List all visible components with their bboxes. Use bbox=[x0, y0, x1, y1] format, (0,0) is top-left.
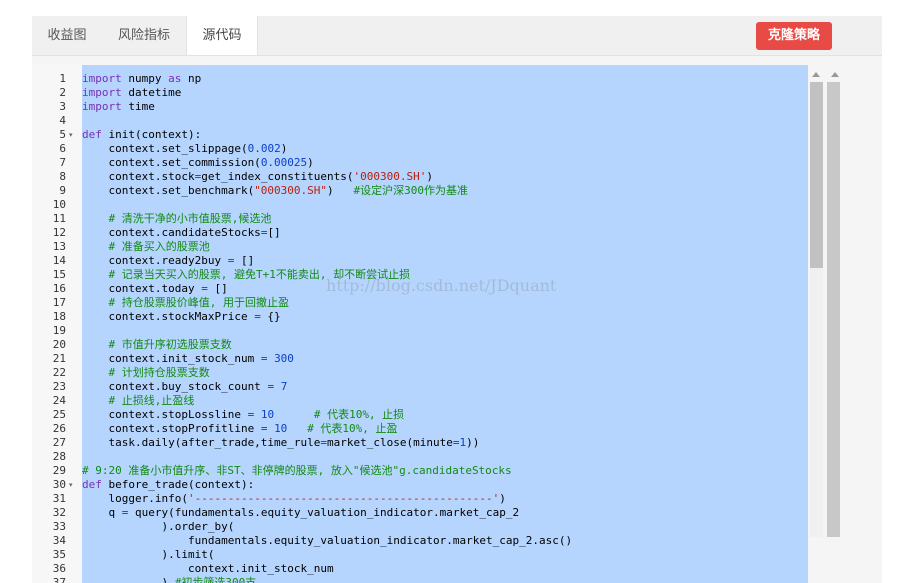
line-number: 18 bbox=[52, 310, 66, 323]
line-number: 5 bbox=[59, 128, 66, 141]
code-line: # 持仓股票股价峰值, 用于回撤止盈 bbox=[108, 296, 290, 309]
line-number: 22 bbox=[52, 366, 66, 379]
code-line: context.set_slippage(0.002) bbox=[82, 142, 288, 155]
page-scrollbar[interactable] bbox=[827, 82, 840, 537]
fold-toggle-icon[interactable]: ▾ bbox=[69, 478, 73, 492]
tab-returns-chart[interactable]: 收益图 bbox=[32, 16, 102, 56]
code-line: context.init_stock_num bbox=[82, 562, 334, 575]
code-line: context.stopProfitline = 10 # 代表10%, 止盈 bbox=[82, 422, 398, 435]
line-number: 26 bbox=[52, 422, 66, 435]
line-number: 25 bbox=[52, 408, 66, 421]
line-number: 20 bbox=[52, 338, 66, 351]
line-number: 28 bbox=[52, 450, 66, 463]
strategy-panel: 收益图 风险指标 源代码 克隆策略 1 2 3 4 5 ▾ 6 7 8 9 10 11 12 13 14 15… bbox=[32, 16, 882, 583]
line-number: 32 bbox=[52, 506, 66, 519]
code-line: task.daily(after_trade,time_rule=market_… bbox=[82, 436, 480, 449]
line-number: 2 bbox=[59, 86, 66, 99]
line-number: 16 bbox=[52, 282, 66, 295]
code-line: context.candidateStocks=[] bbox=[82, 226, 281, 239]
code-line: import numpy as np bbox=[82, 72, 202, 85]
editor-scroll-thumb[interactable] bbox=[810, 82, 823, 268]
line-number: 33 bbox=[52, 520, 66, 533]
code-line: context.buy_stock_count = 7 bbox=[82, 380, 288, 393]
line-number-gutter: 1 2 3 4 5 ▾ 6 7 8 9 10 11 12 13 14 15 16 17 18 19 20 21 22 23 24… bbox=[32, 65, 82, 583]
line-number: 27 bbox=[52, 436, 66, 449]
code-line: def before_trade(context): bbox=[82, 478, 255, 491]
code-line: # 市值升序初选股票支数 bbox=[108, 338, 232, 351]
code-line: # 清洗干净的小市值股票,候选池 bbox=[108, 212, 272, 225]
line-number: 24 bbox=[52, 394, 66, 407]
code-line: # 计划持仓股票支数 bbox=[108, 366, 210, 379]
code-line: ).order_by( bbox=[82, 520, 235, 533]
tab-divider bbox=[32, 55, 882, 56]
code-line: import time bbox=[82, 100, 155, 113]
code-line: context.today = [] bbox=[82, 282, 228, 295]
code-line: def init(context): bbox=[82, 128, 202, 141]
line-number: 10 bbox=[52, 198, 66, 211]
line-number: 11 bbox=[52, 212, 66, 225]
line-number: 23 bbox=[52, 380, 66, 393]
code-line: fundamentals.equity_valuation_indicator.… bbox=[82, 534, 573, 547]
code-editor[interactable]: 1 2 3 4 5 ▾ 6 7 8 9 10 11 12 13 14 15 16 17 18 19 20 21 22 23 24… bbox=[32, 65, 808, 583]
line-number: 19 bbox=[52, 324, 66, 337]
code-line: context.set_commission(0.00025) bbox=[82, 156, 314, 169]
code-line: import datetime bbox=[82, 86, 182, 99]
code-line: # 止损线,止盈线 bbox=[108, 394, 195, 407]
scroll-up-arrow-icon[interactable] bbox=[812, 72, 820, 77]
code-line: context.stock=get_index_constituents('00… bbox=[82, 170, 434, 183]
code-line: # 准备买入的股票池 bbox=[108, 240, 210, 253]
line-number: 37 bbox=[52, 576, 66, 583]
code-line: # 9:20 准备小市值升序、非ST、非停牌的股票, 放入"候选池"g.cand… bbox=[82, 464, 512, 477]
line-number: 31 bbox=[52, 492, 66, 505]
code-line: logger.info('---------------------------… bbox=[82, 492, 506, 505]
line-number: 3 bbox=[59, 100, 66, 113]
code-line: # 记录当天买入的股票, 避免T+1不能卖出, 却不断尝试止损 bbox=[108, 268, 411, 281]
line-number: 35 bbox=[52, 548, 66, 561]
code-line: context.init_stock_num = 300 bbox=[82, 352, 294, 365]
line-number: 4 bbox=[59, 114, 66, 127]
line-number: 7 bbox=[59, 156, 66, 169]
code-line: context.ready2buy = [] bbox=[82, 254, 255, 267]
code-line: ) #初步筛选300支 bbox=[82, 576, 257, 583]
fold-toggle-icon[interactable]: ▾ bbox=[69, 128, 73, 142]
line-number: 34 bbox=[52, 534, 66, 547]
line-number: 12 bbox=[52, 226, 66, 239]
line-number: 14 bbox=[52, 254, 66, 267]
tab-bar: 收益图 风险指标 源代码 克隆策略 bbox=[32, 16, 882, 56]
line-number: 13 bbox=[52, 240, 66, 253]
tab-risk-metrics[interactable]: 风险指标 bbox=[102, 16, 186, 56]
line-number: 21 bbox=[52, 352, 66, 365]
code-text-area[interactable]: import numpy as np import datetime import … bbox=[82, 65, 808, 583]
line-number: 29 bbox=[52, 464, 66, 477]
line-number: 1 bbox=[59, 72, 66, 85]
line-number: 8 bbox=[59, 170, 66, 183]
code-line: context.stopLossline = 10 # 代表10%, 止损 bbox=[82, 408, 405, 421]
line-number: 30 bbox=[52, 478, 66, 491]
line-number: 36 bbox=[52, 562, 66, 575]
line-number: 6 bbox=[59, 142, 66, 155]
code-line: ).limit( bbox=[82, 548, 215, 561]
code-line: q = query(fundamentals.equity_valuation_… bbox=[82, 506, 520, 519]
scroll-up-arrow-icon[interactable] bbox=[831, 72, 839, 77]
line-number: 15 bbox=[52, 268, 66, 281]
code-line: context.stockMaxPrice = {} bbox=[82, 310, 281, 323]
code-line: context.set_benchmark("000300.SH") #设定沪深… bbox=[82, 184, 469, 197]
tab-source-code[interactable]: 源代码 bbox=[186, 16, 258, 56]
line-number: 9 bbox=[59, 184, 66, 197]
line-number: 17 bbox=[52, 296, 66, 309]
clone-strategy-button[interactable]: 克隆策略 bbox=[756, 22, 832, 50]
